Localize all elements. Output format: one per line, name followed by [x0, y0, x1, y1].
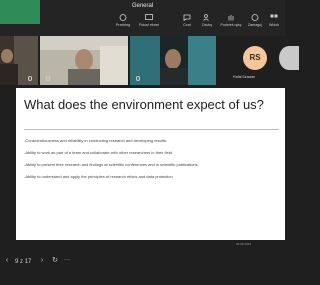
- chevron-left-icon: ‹: [5, 257, 9, 264]
- slide-date: 09.05.2023: [236, 242, 252, 246]
- video-frame: [130, 36, 216, 85]
- list-item: -Ability to present their research and f…: [24, 162, 199, 167]
- mic-icon: [136, 76, 140, 81]
- sync-button[interactable]: ↻: [50, 256, 60, 266]
- video-frame: [0, 36, 38, 85]
- people-button[interactable]: Osoby: [196, 14, 218, 27]
- share-screen-button[interactable]: Pokaż ekran: [138, 14, 160, 27]
- participants-strip: RS Rafał Szawan: [0, 36, 299, 86]
- top-bar: General Przebieg Pokaż ekran Czat Osoby …: [0, 0, 285, 36]
- people-label: Osoby: [201, 23, 213, 27]
- avatar[interactable]: [279, 46, 299, 70]
- share-screen-icon: [145, 14, 153, 20]
- sync-icon: ↻: [52, 257, 58, 264]
- timer-icon: [119, 14, 127, 21]
- chat-icon: [183, 14, 191, 21]
- meeting-window: General Przebieg Pokaż ekran Czat Osoby …: [0, 0, 299, 285]
- next-slide-button[interactable]: ›: [37, 256, 47, 266]
- timer-label: Przebieg: [115, 23, 131, 27]
- participant-video[interactable]: [40, 36, 128, 85]
- slide-divider: [24, 129, 279, 130]
- participant-video[interactable]: [130, 36, 216, 85]
- mic-icon: [46, 76, 50, 81]
- list-item: -Conscientiousness and reliability in co…: [24, 138, 167, 143]
- react-icon: [251, 14, 259, 21]
- more-options-button[interactable]: ···: [64, 257, 70, 263]
- share-screen-label: Pokaż ekran: [139, 23, 159, 27]
- slide-bullets: -Conscientiousness and reliability in co…: [24, 138, 282, 186]
- participant-video[interactable]: [0, 36, 38, 85]
- react-label: Zareaguj: [247, 23, 263, 27]
- presentation-slide: What does the environment expect of us? …: [16, 88, 285, 240]
- chat-label: Czat: [183, 23, 191, 27]
- raise-hand-label: Podnieś rękę: [220, 23, 242, 27]
- page-indicator: 9 z 17: [15, 259, 32, 265]
- slide-title: What does the environment expect of us?: [24, 97, 264, 112]
- view-icon: [270, 14, 278, 18]
- raise-hand-button[interactable]: Podnieś rękę: [220, 14, 242, 27]
- view-button[interactable]: Widok: [263, 14, 285, 27]
- view-label: Widok: [269, 23, 279, 27]
- raise-hand-icon: [228, 15, 234, 21]
- chat-button[interactable]: Czat: [176, 14, 198, 27]
- window-title: General: [131, 3, 154, 9]
- participant-name: Rafał Szawan: [233, 75, 256, 79]
- mic-icon: [28, 76, 32, 81]
- avatar[interactable]: RS: [243, 46, 267, 70]
- list-item: -Ability to work as part of a team and c…: [24, 150, 173, 155]
- previous-slide-button[interactable]: ‹: [2, 256, 12, 266]
- people-icon: [203, 14, 209, 21]
- list-item: -Ability to understand and apply the pri…: [24, 174, 173, 179]
- chevron-right-icon: ›: [40, 257, 44, 264]
- video-frame: [40, 36, 128, 85]
- timer-button[interactable]: Przebieg: [112, 14, 134, 27]
